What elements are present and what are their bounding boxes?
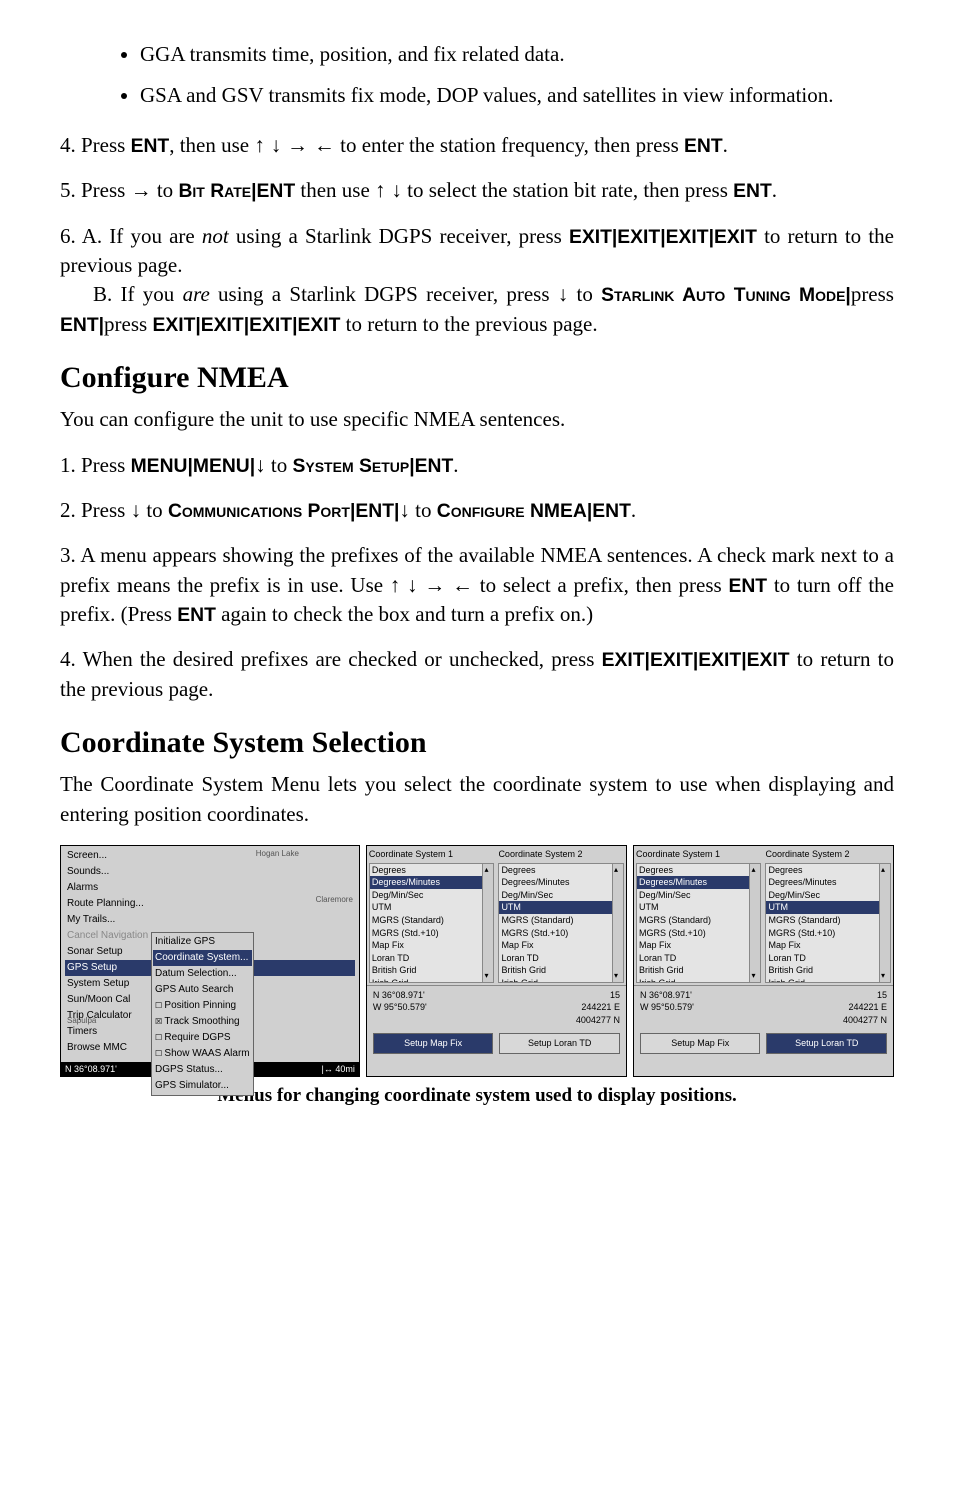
cs2-title: Coordinate System 2 xyxy=(498,848,624,861)
cs-opt[interactable]: Degrees xyxy=(499,864,623,877)
cs-opt[interactable]: MGRS (Std.+10) xyxy=(766,927,890,940)
map-label: Sapulpa xyxy=(67,1015,96,1026)
scrollbar[interactable] xyxy=(879,864,890,982)
cs-opt[interactable]: Map Fix xyxy=(637,939,761,952)
cs-opt[interactable]: British Grid xyxy=(499,964,623,977)
figure-row: Hogan Lake Screen... Sounds... Alarms Ro… xyxy=(60,845,894,1077)
cs-opt[interactable]: Map Fix xyxy=(499,939,623,952)
cs-opt[interactable]: Loran TD xyxy=(637,952,761,965)
cs1-list[interactable]: Degrees Degrees/Minutes Deg/Min/Sec UTM … xyxy=(369,863,495,983)
configure-step-1: 1. Press MENU|MENU|↓ to System Setup|ENT… xyxy=(60,451,894,480)
status-scale: |↔ 40mi xyxy=(322,1063,355,1076)
sub-pos-pinning[interactable]: ☐ Position Pinning xyxy=(153,998,252,1014)
scrollbar[interactable] xyxy=(749,864,760,982)
sub-init-gps[interactable]: Initialize GPS xyxy=(153,934,252,950)
menu-screen[interactable]: Screen... xyxy=(65,848,355,864)
cs-opt-selected[interactable]: UTM xyxy=(499,901,623,914)
setup-map-fix-button[interactable]: Setup Map Fix xyxy=(373,1033,494,1054)
cs1-title: Coordinate System 1 xyxy=(636,848,762,861)
cs-opt-selected[interactable]: Degrees/Minutes xyxy=(637,876,761,889)
step-6b: B. If you are using a Starlink DGPS rece… xyxy=(60,280,894,339)
scrollbar[interactable] xyxy=(482,864,493,982)
cs2-list[interactable]: Degrees Degrees/Minutes Deg/Min/Sec UTM … xyxy=(498,863,624,983)
cs-opt[interactable]: British Grid xyxy=(766,964,890,977)
cs-opt[interactable]: Degrees/Minutes xyxy=(499,876,623,889)
step-6a: 6. A. If you are not using a Starlink DG… xyxy=(60,222,894,281)
cs-opt[interactable]: Map Fix xyxy=(370,939,494,952)
coord-screenshot-mid: Coordinate System 1 Degrees Degrees/Minu… xyxy=(366,845,627,1077)
menu-alarms[interactable]: Alarms xyxy=(65,880,355,896)
menu-sounds[interactable]: Sounds... xyxy=(65,864,355,880)
cs-opt-selected[interactable]: UTM xyxy=(766,901,890,914)
cs-opt[interactable]: Loran TD xyxy=(499,952,623,965)
cs-opt[interactable]: Loran TD xyxy=(766,952,890,965)
status-lat: N 36°08.971' xyxy=(65,1063,117,1076)
sub-waas-alarm[interactable]: ☐ Show WAAS Alarm xyxy=(153,1046,252,1062)
cs-opt[interactable]: Deg/Min/Sec xyxy=(499,889,623,902)
sub-coord-system[interactable]: Coordinate System... xyxy=(153,950,252,966)
setup-map-fix-button[interactable]: Setup Map Fix xyxy=(640,1033,761,1054)
configure-step-2: 2. Press ↓ to Communications Port|ENT|↓ … xyxy=(60,496,894,525)
configure-intro: You can configure the unit to use specif… xyxy=(60,405,894,434)
cs-opt[interactable]: MGRS (Std.+10) xyxy=(637,927,761,940)
cs-opt[interactable]: Loran TD xyxy=(370,952,494,965)
menu-route-planning[interactable]: Route Planning... xyxy=(65,896,355,912)
sub-datum[interactable]: Datum Selection... xyxy=(153,966,252,982)
cs-opt[interactable]: MGRS (Standard) xyxy=(370,914,494,927)
cs2-list[interactable]: Degrees Degrees/Minutes Deg/Min/Sec UTM … xyxy=(765,863,891,983)
cs-opt[interactable]: British Grid xyxy=(370,964,494,977)
cs-opt[interactable]: Deg/Min/Sec xyxy=(637,889,761,902)
cs-opt[interactable]: Deg/Min/Sec xyxy=(370,889,494,902)
sub-require-dgps[interactable]: ☐ Require DGPS xyxy=(153,1030,252,1046)
cs-opt[interactable]: British Grid xyxy=(637,964,761,977)
bullet-list: GGA transmits time, position, and fix re… xyxy=(60,40,894,111)
cs-opt[interactable]: MGRS (Standard) xyxy=(499,914,623,927)
scrollbar[interactable] xyxy=(612,864,623,982)
configure-step-4: 4. When the desired prefixes are checked… xyxy=(60,645,894,704)
map-label: Claremore xyxy=(316,894,353,905)
cs1-title: Coordinate System 1 xyxy=(369,848,495,861)
coord-readout: N 36°08.971'15 W 95°50.579'244221 E 4004… xyxy=(634,986,893,1030)
cs-opt[interactable]: MGRS (Standard) xyxy=(637,914,761,927)
cs-opt[interactable]: MGRS (Standard) xyxy=(766,914,890,927)
cs-opt[interactable]: Map Fix xyxy=(766,939,890,952)
bullet-gga: GGA transmits time, position, and fix re… xyxy=(140,40,894,69)
cs2-title: Coordinate System 2 xyxy=(765,848,891,861)
setup-loran-td-button[interactable]: Setup Loran TD xyxy=(499,1033,620,1054)
gps-setup-submenu: Initialize GPS Coordinate System... Datu… xyxy=(151,932,254,1096)
coord-intro: The Coordinate System Menu lets you sele… xyxy=(60,770,894,829)
sub-dgps-status[interactable]: DGPS Status... xyxy=(153,1062,252,1078)
cs-opt[interactable]: MGRS (Std.+10) xyxy=(499,927,623,940)
cs-opt[interactable]: Irish Grid xyxy=(370,977,494,983)
coord-screenshot-right: Coordinate System 1 Degrees Degrees/Minu… xyxy=(633,845,894,1077)
heading-coord-system: Coordinate System Selection xyxy=(60,722,894,764)
menu-screenshot-left: Hogan Lake Screen... Sounds... Alarms Ro… xyxy=(60,845,360,1077)
step-5: 5. Press → to Bit Rate|ENT then use ↑ ↓ … xyxy=(60,176,894,205)
step-4: 4. Press ENT, then use ↑ ↓ → ← to enter … xyxy=(60,131,894,160)
cs-opt[interactable]: Degrees/Minutes xyxy=(766,876,890,889)
cs-opt[interactable]: UTM xyxy=(370,901,494,914)
map-label: Hogan Lake xyxy=(256,848,299,859)
cs1-list[interactable]: Degrees Degrees/Minutes Deg/Min/Sec UTM … xyxy=(636,863,762,983)
cs-opt[interactable]: Degrees xyxy=(766,864,890,877)
coord-readout: N 36°08.971'15 W 95°50.579'244221 E 4004… xyxy=(367,986,626,1030)
cs-opt-selected[interactable]: Degrees/Minutes xyxy=(370,876,494,889)
cs-opt[interactable]: Degrees xyxy=(370,864,494,877)
cs-opt[interactable]: Deg/Min/Sec xyxy=(766,889,890,902)
sub-track-smooth[interactable]: ☒ Track Smoothing xyxy=(153,1014,252,1030)
cs-opt[interactable]: Irish Grid xyxy=(766,977,890,983)
cs-opt[interactable]: Irish Grid xyxy=(637,977,761,983)
heading-configure-nmea: Configure NMEA xyxy=(60,357,894,399)
cs-opt[interactable]: UTM xyxy=(637,901,761,914)
configure-step-3: 3. A menu appears showing the prefixes o… xyxy=(60,541,894,629)
setup-loran-td-button[interactable]: Setup Loran TD xyxy=(766,1033,887,1054)
cs-opt[interactable]: Irish Grid xyxy=(499,977,623,983)
bullet-gsa-gsv: GSA and GSV transmits fix mode, DOP valu… xyxy=(140,81,894,110)
cs-opt[interactable]: MGRS (Std.+10) xyxy=(370,927,494,940)
menu-my-trails[interactable]: My Trails... xyxy=(65,912,355,928)
cs-opt[interactable]: Degrees xyxy=(637,864,761,877)
sub-auto-search[interactable]: GPS Auto Search xyxy=(153,982,252,998)
sub-gps-sim[interactable]: GPS Simulator... xyxy=(153,1078,252,1094)
